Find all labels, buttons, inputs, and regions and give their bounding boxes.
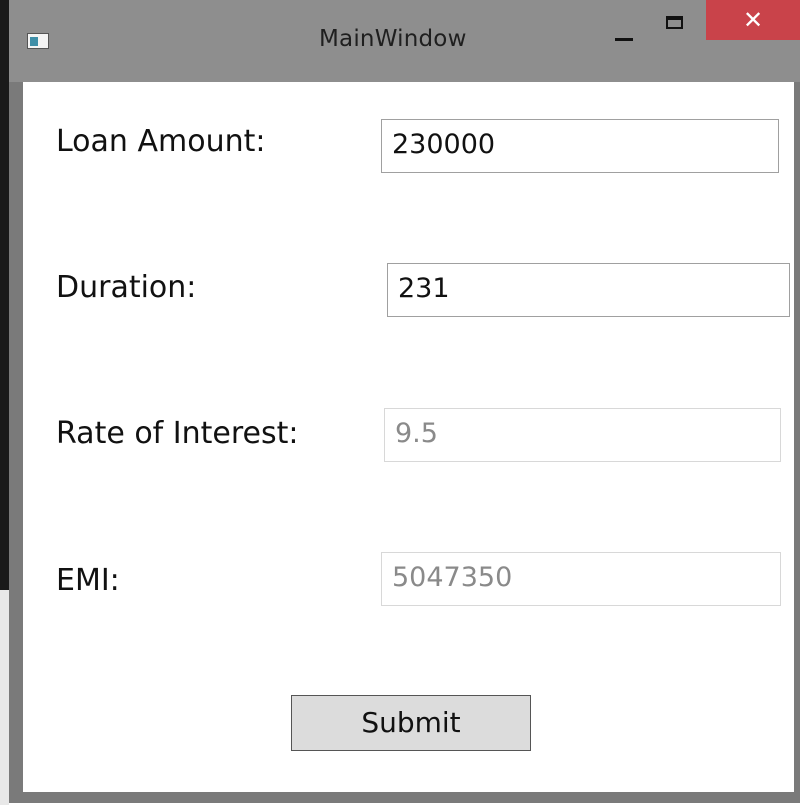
duration-input[interactable]: 231: [387, 263, 790, 317]
desktop-background: [0, 590, 9, 805]
duration-label: Duration:: [56, 270, 197, 305]
loan-amount-label: Loan Amount:: [56, 124, 266, 159]
close-icon: ✕: [742, 6, 764, 34]
background-window-edge: [0, 0, 9, 590]
rate-of-interest-label: Rate of Interest:: [56, 416, 299, 451]
loan-amount-input[interactable]: 230000: [381, 119, 779, 173]
form-area: Loan Amount: 230000 Duration: 231 Rate o…: [23, 82, 794, 792]
emi-output: 5047350: [381, 552, 781, 606]
maximize-button[interactable]: [659, 10, 695, 42]
main-window: MainWindow ✕ Loan Amount: 230000 Duratio…: [9, 0, 800, 803]
rate-of-interest-input: 9.5: [384, 408, 781, 462]
title-bar[interactable]: MainWindow ✕: [9, 0, 800, 82]
close-button[interactable]: ✕: [706, 0, 800, 40]
minimize-button[interactable]: [609, 12, 645, 42]
window-title: MainWindow: [319, 26, 467, 52]
emi-label: EMI:: [56, 563, 120, 598]
app-icon[interactable]: [27, 33, 49, 49]
submit-button[interactable]: Submit: [291, 695, 531, 751]
